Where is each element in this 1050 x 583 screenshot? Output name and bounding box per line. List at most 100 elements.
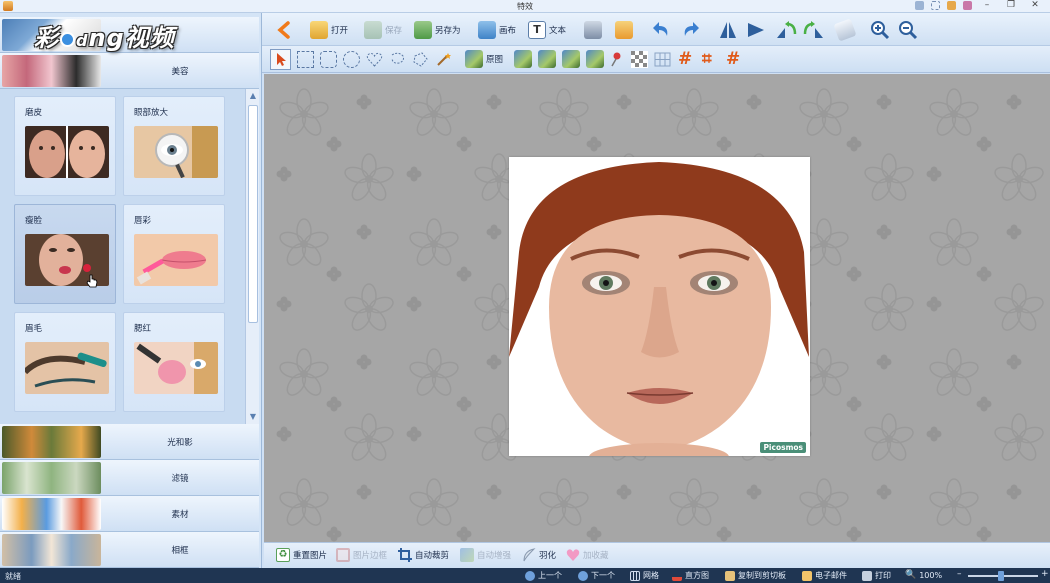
minimize-button[interactable]: – (976, 0, 998, 12)
effect-tool-2[interactable] (538, 48, 556, 70)
auto-enhance-button[interactable]: 自动增强 (460, 548, 511, 562)
magic-wand-tool[interactable] (435, 48, 452, 70)
next-label: 下一个 (591, 571, 615, 580)
edit-icon[interactable] (944, 0, 958, 12)
zoom-slider-thumb[interactable] (998, 571, 1004, 581)
redo-button[interactable] (680, 19, 700, 41)
lasso-select-tool[interactable] (389, 48, 406, 70)
grid-icon (630, 570, 640, 581)
auto-crop-button[interactable]: 自动裁剪 (398, 548, 449, 562)
effect-card-smooth-skin[interactable]: 磨皮 (14, 96, 116, 196)
close-button[interactable]: ✕ (1024, 0, 1046, 12)
save-as-button[interactable]: 另存为 (414, 19, 461, 41)
effects-grid: 磨皮 眼部放大 瘦脸 唇彩 眉毛 腮红 ▲ ▼ (0, 89, 259, 424)
zoom-in-button[interactable] (870, 19, 890, 41)
print-button[interactable] (584, 19, 602, 41)
text-label: 文本 (549, 26, 567, 36)
eraser-icon (833, 18, 857, 42)
category-label: 美容 (171, 67, 189, 77)
restore-button[interactable]: ❐ (1000, 0, 1022, 12)
email-status-button[interactable]: 电子邮件 (802, 570, 847, 581)
flip-horizontal-icon (720, 22, 736, 38)
grid-toggle[interactable]: 网格 (630, 570, 659, 581)
pin-tool[interactable] (608, 48, 624, 70)
text-tool-icon: T (528, 21, 546, 39)
effect-card-eyebrow[interactable]: 眉毛 (14, 312, 116, 412)
effect-tool-4[interactable] (586, 48, 604, 70)
feather-button[interactable]: 羽化 (522, 548, 556, 562)
rect-select-tool[interactable] (297, 48, 314, 70)
rotate-left-button[interactable] (775, 19, 797, 41)
category-filter[interactable]: 滤镜 (0, 460, 259, 496)
histogram-toggle[interactable]: 直方图 (672, 570, 709, 581)
checkerboard-icon (631, 50, 648, 68)
category-frame[interactable]: 相框 (0, 532, 259, 568)
polygon-select-tool[interactable] (412, 48, 429, 70)
feather-label: 羽化 (539, 551, 557, 561)
heart-select-tool[interactable] (366, 48, 383, 70)
image-border-button[interactable]: 图片边框 (336, 548, 387, 562)
effect-thumbnail (134, 342, 218, 394)
back-arrow-icon (277, 21, 290, 39)
hash-tool-1[interactable]: # (678, 48, 692, 70)
add-favorite-button[interactable]: 加收藏 (566, 548, 609, 562)
effect-card-blush[interactable]: 腮红 (123, 312, 225, 412)
scrollbar-thumb[interactable] (248, 105, 258, 323)
grid-icon (654, 52, 671, 66)
edited-photo[interactable]: Picosmos (509, 157, 810, 456)
category-light-shadow[interactable]: 光和影 (0, 424, 259, 460)
image-canvas[interactable]: Picosmos (264, 74, 1050, 542)
hash-tool-2[interactable]: ⌗ (702, 48, 712, 70)
transparency-tool[interactable] (631, 48, 648, 70)
category-label: 光和影 (167, 438, 193, 448)
image-effect-icon (538, 50, 556, 68)
undo-icon (653, 22, 668, 36)
scroll-up-icon[interactable]: ▲ (248, 91, 258, 101)
zoom-out-button[interactable] (898, 19, 918, 41)
copy-clipboard-button[interactable]: 复制到剪切板 (725, 570, 786, 581)
back-button[interactable] (276, 19, 292, 41)
canvas-button[interactable]: 画布 (478, 19, 516, 41)
text-button[interactable]: T 文本 (528, 19, 566, 41)
ellipse-select-tool[interactable] (343, 48, 360, 70)
flip-horizontal-button[interactable] (718, 19, 738, 41)
pointer-tool[interactable] (270, 48, 291, 70)
erase-button[interactable] (833, 18, 857, 42)
selection-toolbar: 原图 # ⌗ # (262, 46, 1050, 73)
calendar-icon[interactable] (960, 0, 974, 12)
effect-label: 眼部放大 (134, 108, 169, 118)
fullscreen-icon[interactable] (928, 0, 942, 12)
save-button[interactable]: 保存 (364, 19, 402, 41)
save-as-icon (414, 21, 432, 39)
reset-image-button[interactable]: ♻ 重置图片 (276, 548, 327, 562)
skin-icon[interactable] (912, 0, 926, 12)
category-label: 相框 (171, 546, 189, 556)
print-status-button[interactable]: 打印 (862, 570, 891, 581)
heart-icon (566, 549, 580, 561)
window-controls: – ❐ ✕ (912, 0, 1046, 12)
previous-button[interactable]: 上一个 (525, 570, 562, 581)
email-button[interactable] (615, 19, 633, 41)
effect-tool-3[interactable] (562, 48, 580, 70)
rotate-right-button[interactable] (803, 19, 825, 41)
effect-tool-1[interactable] (514, 48, 532, 70)
scroll-down-icon[interactable]: ▼ (248, 412, 258, 422)
open-button[interactable]: 打开 (310, 19, 348, 41)
flip-vertical-button[interactable] (746, 19, 766, 41)
next-button[interactable]: 下一个 (578, 570, 615, 581)
category-beauty[interactable]: 美容 (0, 53, 259, 89)
effect-card-lip-color[interactable]: 唇彩 (123, 204, 225, 304)
category-material[interactable]: 素材 (0, 496, 259, 532)
print-label: 打印 (875, 571, 891, 580)
effect-card-eye-enlarge[interactable]: 眼部放大 (123, 96, 225, 196)
effect-card-slim-face[interactable]: 瘦脸 (14, 204, 116, 304)
grid-cut-tool[interactable] (654, 48, 671, 70)
undo-button[interactable] (652, 19, 672, 41)
window-title: 特效 (517, 2, 533, 11)
rounded-select-tool[interactable] (320, 48, 337, 70)
original-image-button[interactable]: 原图 (465, 48, 503, 70)
hash-tool-3[interactable]: # (726, 48, 740, 70)
effects-scrollbar[interactable]: ▲ ▼ (245, 89, 259, 424)
zoom-minus-button[interactable]: – (957, 569, 962, 579)
zoom-plus-button[interactable]: + (1041, 569, 1049, 579)
